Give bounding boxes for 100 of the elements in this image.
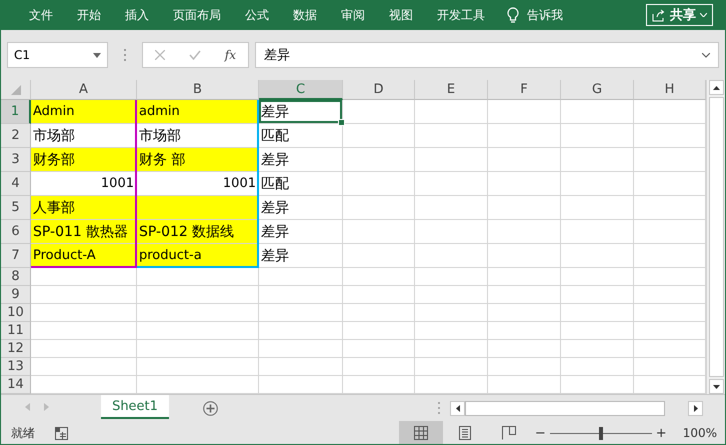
table-cell[interactable] <box>259 304 343 322</box>
scroll-left-button[interactable] <box>450 401 465 416</box>
drag-handle-icon[interactable] <box>438 402 440 414</box>
table-cell[interactable] <box>634 100 706 124</box>
table-cell[interactable]: Product-A <box>31 244 137 268</box>
table-cell[interactable]: admin <box>137 100 259 124</box>
table-cell[interactable]: 1001 <box>137 172 259 196</box>
table-cell[interactable] <box>415 220 488 244</box>
table-cell[interactable]: 匹配 <box>259 124 343 148</box>
table-cell[interactable] <box>488 196 561 220</box>
table-cell[interactable] <box>259 358 343 376</box>
column-header[interactable]: C <box>259 80 343 100</box>
row-header[interactable]: 13 <box>1 358 31 376</box>
table-cell[interactable] <box>415 100 488 124</box>
table-cell[interactable] <box>415 322 488 340</box>
table-cell[interactable] <box>634 322 706 340</box>
table-cell[interactable]: SP-012 数据线 <box>137 220 259 244</box>
table-cell[interactable] <box>488 376 561 394</box>
row-header[interactable]: 3 <box>1 148 31 172</box>
table-cell[interactable] <box>488 304 561 322</box>
table-cell[interactable] <box>488 100 561 124</box>
table-cell[interactable] <box>259 322 343 340</box>
table-cell[interactable] <box>415 124 488 148</box>
table-cell[interactable] <box>343 124 415 148</box>
table-cell[interactable] <box>137 376 259 394</box>
table-cell[interactable] <box>137 358 259 376</box>
table-cell[interactable] <box>561 244 634 268</box>
tell-me-link[interactable]: 告诉我 <box>527 6 563 24</box>
table-cell[interactable] <box>634 304 706 322</box>
scroll-down-button[interactable] <box>708 379 724 394</box>
table-cell[interactable]: 匹配 <box>259 172 343 196</box>
row-header[interactable]: 1 <box>1 100 31 124</box>
table-cell[interactable]: 市场部 <box>31 124 137 148</box>
table-cell[interactable] <box>137 268 259 286</box>
table-cell[interactable] <box>343 340 415 358</box>
table-cell[interactable] <box>343 244 415 268</box>
table-cell[interactable]: 人事部 <box>31 196 137 220</box>
row-header[interactable]: 5 <box>1 196 31 220</box>
checkmark-icon[interactable] <box>188 50 201 60</box>
table-cell[interactable] <box>137 304 259 322</box>
table-cell[interactable] <box>561 304 634 322</box>
formula-input[interactable]: 差异 <box>255 42 719 68</box>
table-cell[interactable]: 差异 <box>259 148 343 172</box>
table-cell[interactable] <box>561 100 634 124</box>
select-all-corner[interactable] <box>1 80 31 100</box>
table-cell[interactable]: 财务 部 <box>137 148 259 172</box>
table-cell[interactable] <box>259 286 343 304</box>
table-cell[interactable] <box>343 376 415 394</box>
ribbon-tab[interactable]: 审阅 <box>329 6 377 24</box>
table-cell[interactable] <box>415 172 488 196</box>
name-box[interactable]: C1 <box>7 42 108 68</box>
table-cell[interactable]: 市场部 <box>137 124 259 148</box>
table-cell[interactable] <box>137 322 259 340</box>
table-cell[interactable] <box>137 286 259 304</box>
scroll-right-button[interactable] <box>688 401 703 416</box>
zoom-out-button[interactable]: − <box>530 426 550 440</box>
cancel-icon[interactable] <box>154 50 165 60</box>
table-cell[interactable]: product-a <box>137 244 259 268</box>
table-cell[interactable] <box>488 220 561 244</box>
scroll-up-button[interactable] <box>708 80 724 95</box>
table-cell[interactable] <box>634 124 706 148</box>
table-cell[interactable] <box>488 268 561 286</box>
table-cell[interactable] <box>31 340 137 358</box>
table-cell[interactable] <box>561 124 634 148</box>
table-cell[interactable] <box>634 286 706 304</box>
row-header[interactable]: 8 <box>1 268 31 286</box>
table-cell[interactable] <box>343 358 415 376</box>
column-header[interactable]: D <box>343 80 415 100</box>
table-cell[interactable] <box>415 340 488 358</box>
table-cell[interactable] <box>415 268 488 286</box>
table-cell[interactable] <box>31 286 137 304</box>
table-cell[interactable] <box>31 304 137 322</box>
table-cell[interactable] <box>634 172 706 196</box>
table-cell[interactable]: SP-011 散热器 <box>31 220 137 244</box>
column-header[interactable]: E <box>415 80 488 100</box>
table-cell[interactable] <box>343 268 415 286</box>
table-cell[interactable] <box>415 304 488 322</box>
table-cell[interactable] <box>259 268 343 286</box>
table-cell[interactable] <box>415 376 488 394</box>
table-cell[interactable] <box>259 376 343 394</box>
ribbon-tab[interactable]: 数据 <box>281 6 329 24</box>
table-cell[interactable] <box>561 196 634 220</box>
column-header[interactable]: A <box>31 80 137 100</box>
table-cell[interactable] <box>488 340 561 358</box>
table-cell[interactable] <box>415 148 488 172</box>
row-header[interactable]: 14 <box>1 376 31 394</box>
table-cell[interactable] <box>343 148 415 172</box>
table-cell[interactable] <box>634 358 706 376</box>
share-button[interactable]: 共享 <box>646 4 713 26</box>
table-cell[interactable] <box>343 322 415 340</box>
table-cell[interactable]: 差异 <box>259 220 343 244</box>
table-cell[interactable] <box>343 286 415 304</box>
table-cell[interactable] <box>561 322 634 340</box>
table-cell[interactable] <box>488 244 561 268</box>
ribbon-tab[interactable]: 开始 <box>65 6 113 24</box>
column-header[interactable]: B <box>137 80 259 100</box>
table-cell[interactable] <box>343 196 415 220</box>
table-cell[interactable] <box>343 220 415 244</box>
table-cell[interactable] <box>415 286 488 304</box>
row-header[interactable]: 12 <box>1 340 31 358</box>
